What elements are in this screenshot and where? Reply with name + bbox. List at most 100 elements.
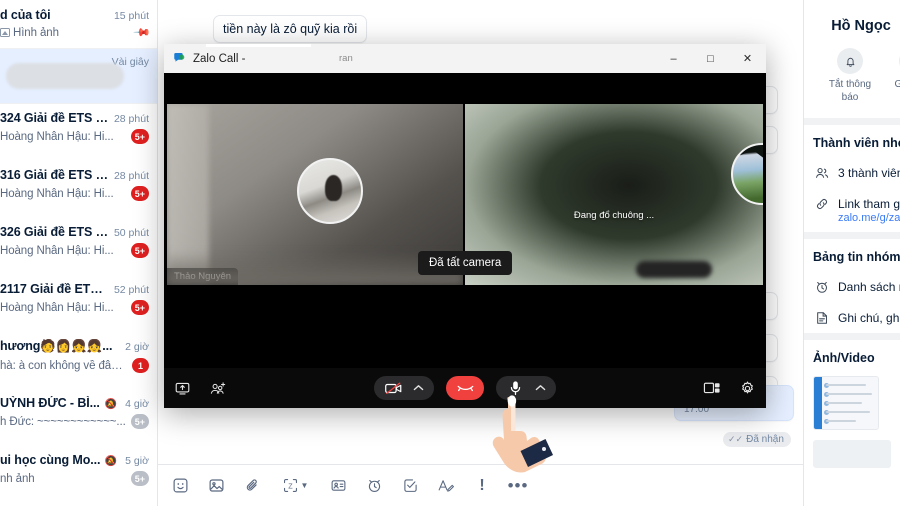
paperclip-icon[interactable] — [242, 476, 262, 496]
exclamation-icon[interactable]: ! — [472, 476, 492, 496]
conversation-time: 50 phút — [114, 227, 149, 239]
conversation-time: 4 giờ — [125, 398, 149, 410]
status-badge: ✓✓ Đã nhận — [723, 432, 791, 447]
unread-badge: 5+ — [131, 129, 149, 144]
info-row-notes[interactable]: Ghi chú, ghim — [804, 302, 900, 333]
conversation-preview: h Đức: ~~~~~~~~~~~~... — [0, 416, 127, 428]
join-link-url[interactable]: zalo.me/g/zan — [804, 212, 900, 232]
quick-action-label: Tắt thông báo — [822, 79, 878, 104]
camera-off-button[interactable] — [380, 378, 406, 398]
group-info-panel: Hồ Ngọc Tắt thông báo Ghim th — [803, 0, 900, 506]
unread-badge: 5+ — [131, 243, 149, 258]
info-row-members[interactable]: 3 thành viên — [804, 157, 900, 188]
notes-label: Ghi chú, ghim — [838, 311, 900, 325]
section-heading-media: Ảnh/Video — [804, 340, 900, 372]
conversation-title: 324 Giải đề ETS T... — [0, 111, 109, 125]
camera-options-caret[interactable] — [408, 378, 428, 398]
divider — [804, 118, 900, 125]
members-icon — [813, 164, 830, 181]
conversation-time: 28 phút — [114, 113, 149, 125]
svg-text:Z: Z — [288, 481, 293, 490]
note-icon — [813, 309, 830, 326]
conversation-preview: nh ảnh — [0, 473, 127, 485]
conversation-title: 326 Giải đề ETS T... — [0, 225, 109, 239]
thumbnail-rail — [814, 377, 822, 429]
window-title-suffix: ran — [339, 53, 353, 64]
conversation-title: 316 Giải đề ETS T... — [0, 168, 109, 182]
text-format-icon[interactable] — [436, 476, 456, 496]
conversation-time: 15 phút — [114, 10, 149, 22]
unread-badge: 5+ — [131, 414, 149, 429]
unread-badge: 5+ — [131, 471, 149, 486]
window-tab — [206, 44, 311, 47]
message-bubble[interactable]: tiền này là zô quỹ kia rồi — [213, 15, 367, 43]
conversation-time: 5 giờ — [125, 455, 149, 467]
list-item[interactable]: 324 Giải đề ETS T... 28 phút Hoàng Nhân … — [0, 104, 157, 161]
page-title: Hồ Ngọc — [804, 0, 900, 34]
double-check-icon: ✓✓ — [728, 434, 743, 445]
conversation-preview: Hình ảnh — [13, 27, 135, 39]
pointing-hand-cursor — [487, 395, 553, 473]
chevron-down-icon[interactable]: ▼ — [301, 481, 309, 490]
list-item[interactable]: ui học cùng Mo... 🔕 5 giờ nh ảnh 5+ — [0, 446, 157, 503]
screen-capture-icon[interactable]: Z ▼ — [278, 476, 312, 496]
alarm-clock-icon[interactable] — [364, 476, 384, 496]
more-horizontal-icon[interactable]: ••• — [508, 476, 528, 496]
conversation-time: 52 phút — [114, 284, 149, 296]
conversation-title: 2117 Giải đề ETS ... — [0, 282, 109, 296]
pin-icon: 📌 — [133, 23, 152, 42]
info-row-join-link[interactable]: Link tham gia — [804, 188, 900, 212]
sticker-icon[interactable] — [170, 476, 190, 496]
divider — [804, 232, 900, 239]
quick-action-pin-conversation[interactable]: Ghim th — [884, 48, 900, 104]
receipt-label: Đã nhận — [746, 434, 784, 445]
quick-actions: Tắt thông báo Ghim th — [804, 34, 900, 118]
window-title: Zalo Call - — [193, 53, 245, 65]
conversation-preview: Hoàng Nhân Hậu: Hi... — [0, 245, 127, 257]
window-titlebar[interactable]: Zalo Call - ran – □ ✕ — [164, 44, 766, 73]
info-row-reminder-list[interactable]: Danh sách nh — [804, 271, 900, 302]
task-checkbox-icon[interactable] — [400, 476, 420, 496]
window-controls: – □ ✕ — [655, 44, 766, 73]
unread-badge: 5+ — [131, 300, 149, 315]
media-thumbnail[interactable] — [813, 376, 879, 430]
call-status-text: Đang đổ chuông ... — [465, 210, 763, 221]
unread-badge: 1 — [132, 358, 149, 373]
list-item[interactable]: hương🧑👩👧👧... 2 giờ hà: à con không về đâ… — [0, 332, 157, 389]
conversation-title: UỲNH ĐỨC - BÌ... — [0, 396, 105, 410]
list-item[interactable]: d của tôi 15 phút Hình ảnh 📌 — [0, 0, 157, 48]
bell-off-icon — [837, 48, 863, 74]
layout-view-icon[interactable] — [703, 381, 721, 395]
list-item[interactable]: Vài giây — [0, 49, 157, 103]
avatar — [731, 143, 763, 205]
list-item[interactable]: 2117 Giải đề ETS ... 52 phút Hoàng Nhân … — [0, 275, 157, 332]
close-button[interactable]: ✕ — [729, 44, 766, 73]
list-item[interactable]: UỲNH ĐỨC - BÌ... 🔕 4 giờ h Đức: ~~~~~~~~… — [0, 389, 157, 446]
section-heading-board: Bảng tin nhóm — [804, 239, 900, 271]
conversation-title: d của tôi — [0, 8, 109, 22]
quick-action-label: Ghim th — [884, 79, 900, 92]
minimize-button[interactable]: – — [655, 44, 692, 73]
quick-action-mute-notifications[interactable]: Tắt thông báo — [822, 48, 878, 104]
zalo-call-window[interactable]: Zalo Call - ran – □ ✕ Thảo Nguyên Đang đ… — [164, 44, 766, 408]
list-item[interactable]: 316 Giải đề ETS T... 28 phút Hoàng Nhân … — [0, 161, 157, 218]
settings-gear-icon[interactable] — [739, 380, 756, 397]
conversation-list[interactable]: d của tôi 15 phút Hình ảnh 📌 Vài giây 32… — [0, 0, 158, 506]
business-card-icon[interactable] — [328, 476, 348, 496]
blurred-pill — [636, 261, 712, 278]
link-icon — [813, 195, 830, 212]
conversation-time: 2 giờ — [125, 341, 149, 353]
conversation-preview: hà: à con không về đâu ... — [0, 360, 128, 372]
image-icon[interactable] — [206, 476, 226, 496]
maximize-button[interactable]: □ — [692, 44, 729, 73]
zalo-logo-icon — [172, 51, 187, 66]
list-item[interactable]: 326 Giải đề ETS T... 50 phút Hoàng Nhân … — [0, 218, 157, 275]
tooltip-camera-off: Đã tất camera — [418, 251, 512, 275]
conversation-preview: Hoàng Nhân Hậu: Hi... — [0, 188, 127, 200]
hangup-button[interactable] — [446, 376, 484, 400]
unread-badge: 5+ — [131, 186, 149, 201]
mute-bell-icon: 🔕 — [105, 456, 117, 467]
camera-control-group[interactable] — [374, 376, 434, 400]
conversation-preview: Hoàng Nhân Hậu: Hi... — [0, 302, 127, 314]
alarm-clock-icon — [813, 278, 830, 295]
